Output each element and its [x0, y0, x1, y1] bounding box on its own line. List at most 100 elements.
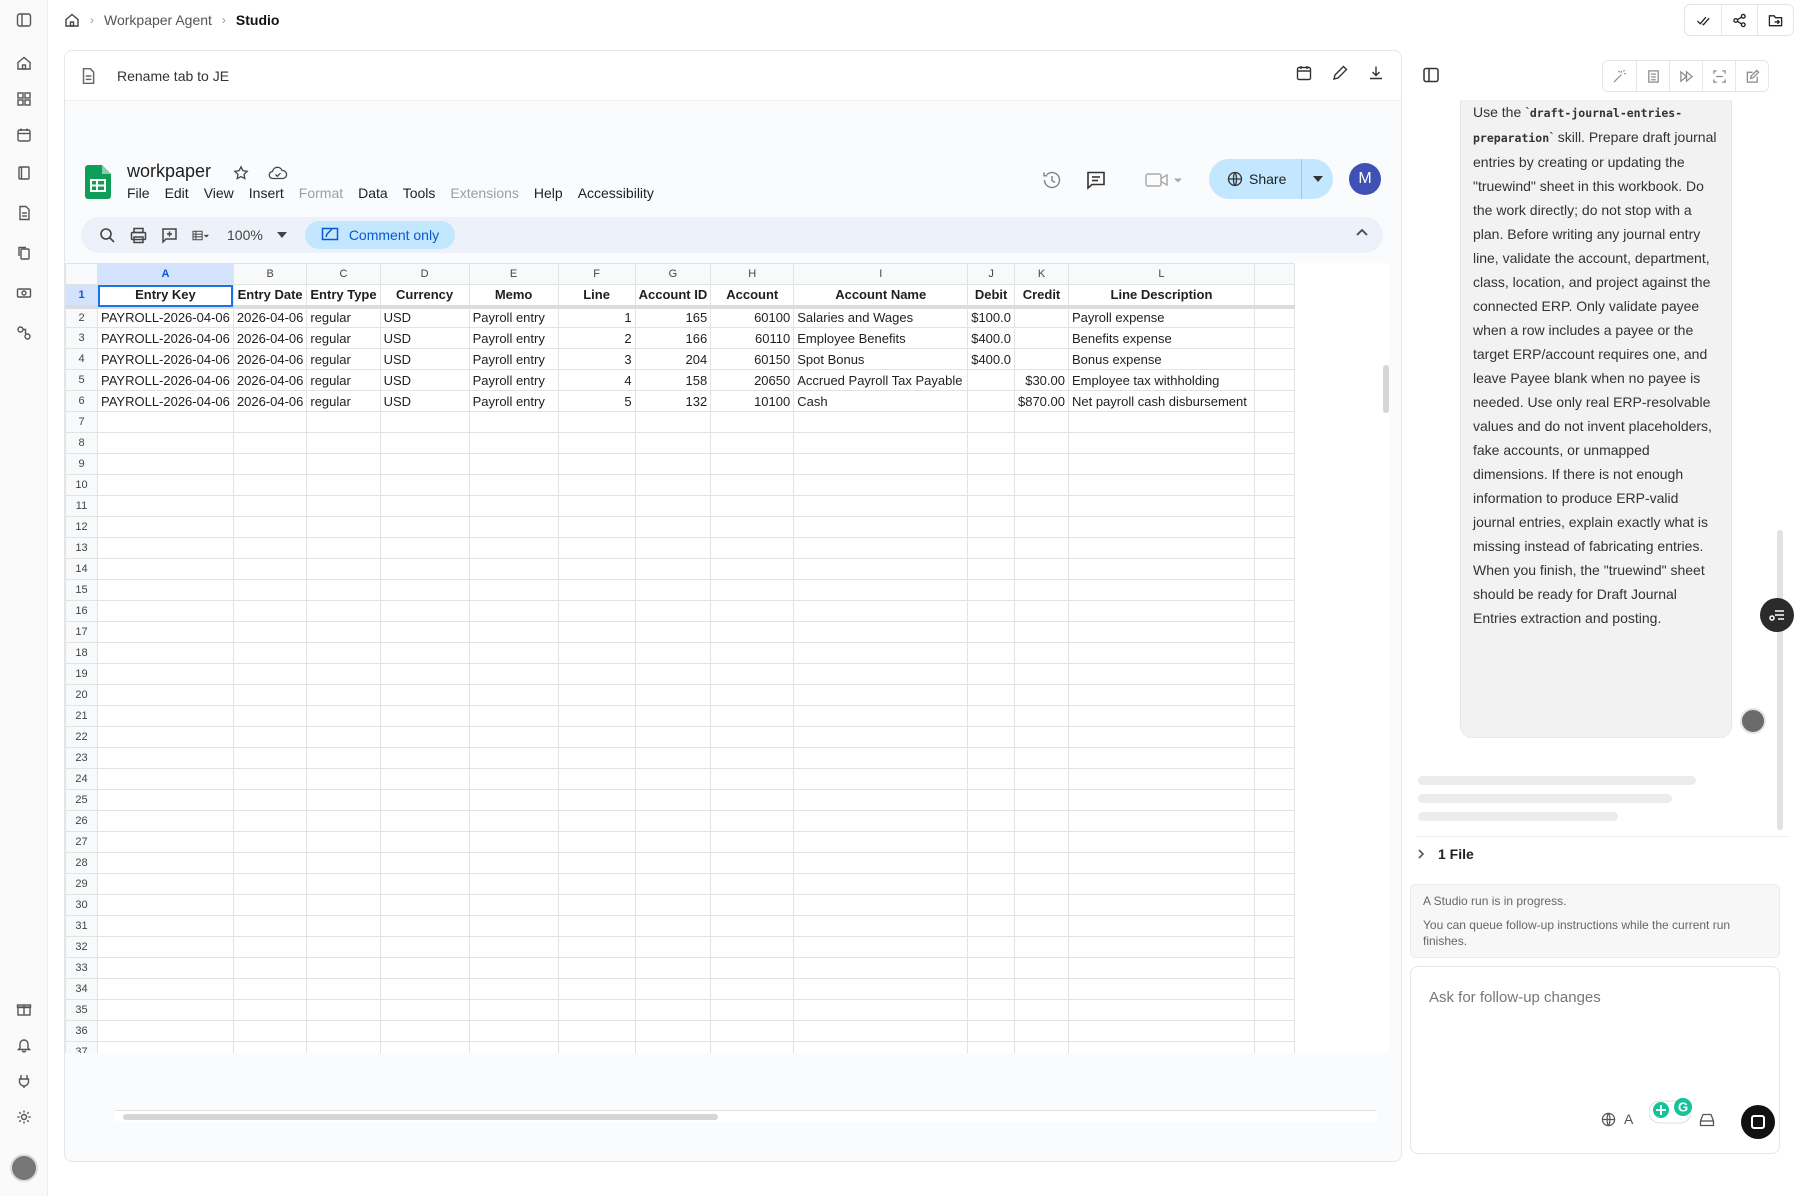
grid-cell[interactable] [1013, 999, 1069, 1021]
print-icon[interactable] [130, 227, 147, 244]
grid-cell[interactable] [306, 579, 381, 601]
user-avatar[interactable]: M [1349, 163, 1381, 195]
row-header[interactable]: 20 [65, 684, 98, 706]
grid-cell[interactable] [1253, 390, 1295, 412]
grid-cell[interactable] [232, 558, 308, 580]
grid-cell[interactable] [967, 621, 1015, 643]
grid-cell[interactable] [468, 1020, 559, 1042]
row-header[interactable]: 28 [65, 852, 98, 874]
grid-cell[interactable]: 166 [634, 327, 712, 349]
grid-cell[interactable] [967, 894, 1015, 916]
grid-cell[interactable] [306, 516, 381, 538]
grid-cell[interactable] [468, 663, 559, 685]
grid-cell[interactable] [1253, 306, 1295, 328]
grid-cell[interactable] [1013, 453, 1069, 475]
grid-cell[interactable] [793, 495, 969, 517]
grid-cell[interactable] [379, 978, 470, 1000]
sidebar-toggle-icon[interactable] [12, 8, 36, 32]
grid-cell[interactable] [379, 873, 470, 895]
grid-cell[interactable] [306, 915, 381, 937]
grid-cell[interactable] [306, 726, 381, 748]
grid-cell[interactable] [1013, 474, 1069, 496]
grid-cell[interactable] [1253, 579, 1295, 601]
grid-cell[interactable] [557, 831, 636, 853]
grid-cell[interactable] [1253, 284, 1295, 309]
grid-cell[interactable] [557, 936, 636, 958]
grid-cell[interactable] [379, 474, 470, 496]
grid-cell[interactable] [634, 726, 712, 748]
grid-cell[interactable]: PAYROLL-2026-04-06 [97, 369, 234, 391]
grid-cell[interactable] [1253, 705, 1295, 727]
grid-cell[interactable] [634, 453, 712, 475]
menu-item-tools[interactable]: Tools [403, 185, 436, 201]
grid-cell[interactable] [557, 747, 636, 769]
grid-cell[interactable] [1013, 579, 1069, 601]
grid-cell[interactable] [97, 726, 234, 748]
grid-cell[interactable]: PAYROLL-2026-04-06 [97, 348, 234, 370]
grid-cell[interactable] [1253, 663, 1295, 685]
grid-cell[interactable] [1067, 936, 1255, 958]
grid-cell[interactable] [793, 1041, 969, 1053]
row-header[interactable]: 37 [65, 1041, 98, 1053]
grid-cell[interactable] [232, 621, 308, 643]
grid-cell[interactable] [232, 810, 308, 832]
grid-cell[interactable] [557, 810, 636, 832]
grid-cell[interactable] [710, 537, 795, 559]
grid-cell[interactable] [97, 600, 234, 622]
grid-cell[interactable] [306, 474, 381, 496]
grid-cell[interactable] [710, 453, 795, 475]
grid-cell[interactable] [379, 789, 470, 811]
grid-cell[interactable] [97, 642, 234, 664]
column-header-b[interactable]: B [232, 263, 308, 285]
grid-cell[interactable] [97, 684, 234, 706]
grid-cell[interactable] [557, 537, 636, 559]
grid-cell[interactable] [232, 453, 308, 475]
calendar-sheet-icon[interactable] [1295, 64, 1313, 82]
grid-cell[interactable] [557, 642, 636, 664]
comments-icon[interactable] [1085, 169, 1107, 191]
row-header[interactable]: 15 [65, 579, 98, 601]
grid-cell[interactable] [1253, 348, 1295, 370]
grid-cell[interactable] [710, 432, 795, 454]
grid-cell[interactable] [1253, 642, 1295, 664]
grid-cell[interactable] [710, 495, 795, 517]
grid-cell[interactable] [306, 831, 381, 853]
grid-cell[interactable] [1067, 705, 1255, 727]
grid-cell[interactable] [967, 642, 1015, 664]
grid-cell[interactable] [793, 978, 969, 1000]
column-header-d[interactable]: D [379, 263, 470, 285]
language-selector[interactable]: A [1601, 1111, 1633, 1127]
row-header[interactable]: 12 [65, 516, 98, 538]
grid-cell[interactable] [1253, 537, 1295, 559]
grid-cell[interactable] [1013, 516, 1069, 538]
row-header[interactable]: 10 [65, 474, 98, 496]
grid-cell[interactable] [793, 831, 969, 853]
home-icon[interactable] [12, 51, 36, 75]
grid-cell[interactable] [967, 1020, 1015, 1042]
grid-cell[interactable] [557, 852, 636, 874]
grid-cell[interactable] [557, 999, 636, 1021]
grid-cell[interactable] [793, 453, 969, 475]
grid-cell[interactable] [379, 1041, 470, 1053]
grid-cell[interactable]: 2026-04-06 [232, 348, 308, 370]
grid-cell[interactable] [634, 894, 712, 916]
grid-cell[interactable] [232, 978, 308, 1000]
grid-cell[interactable] [1013, 411, 1069, 433]
spreadsheet-table[interactable]: A B C D E F G H I J K L 1 Entry Key Entry Date Entry Ty… [65, 263, 1295, 1053]
grid-cell[interactable] [1253, 327, 1295, 349]
grid-cell[interactable] [97, 621, 234, 643]
dashboard-icon[interactable] [12, 87, 36, 111]
meet-video-icon[interactable] [1145, 171, 1185, 189]
grid-cell[interactable] [97, 474, 234, 496]
grid-cell[interactable] [1067, 684, 1255, 706]
grid-cell[interactable] [1067, 1020, 1255, 1042]
horizontal-scroll-thumb[interactable] [123, 1114, 718, 1120]
sheets-logo-icon[interactable] [85, 165, 111, 199]
grid-cell[interactable] [1067, 978, 1255, 1000]
grid-cell[interactable] [557, 915, 636, 937]
grid-cell[interactable] [793, 579, 969, 601]
grid-cell[interactable] [379, 999, 470, 1021]
grid-cell[interactable] [232, 915, 308, 937]
header-cell[interactable]: Line [557, 284, 636, 309]
share-dropdown-icon[interactable] [1301, 159, 1333, 199]
